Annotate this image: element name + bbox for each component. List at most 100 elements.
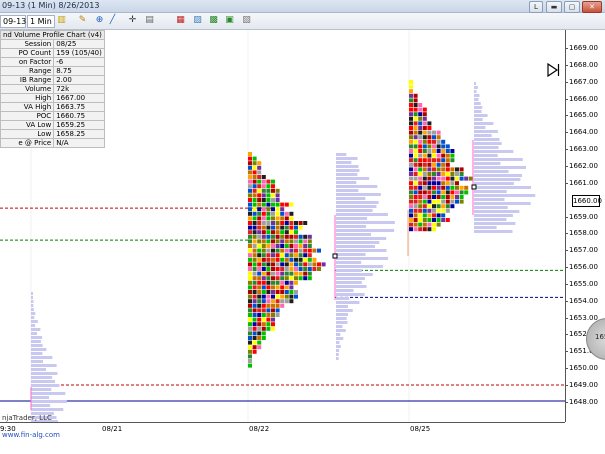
info-row-label: POC xyxy=(0,111,55,121)
draw-pencil-icon[interactable]: ✎ xyxy=(77,15,88,26)
tpo-block xyxy=(312,257,317,262)
tpo-block xyxy=(275,276,280,281)
profile-info-table: nd Volume Profile Chart (v4) Session 08/2… xyxy=(0,30,105,148)
tpo-block xyxy=(455,190,459,195)
tpo-block xyxy=(418,116,423,121)
instrument-dropdown[interactable]: 09-13 xyxy=(0,15,26,28)
volume-profile-bar xyxy=(474,106,483,109)
price-axis-tick xyxy=(566,317,568,319)
tpo-block xyxy=(252,280,257,285)
poc-marker xyxy=(471,184,477,190)
tpo-block xyxy=(409,153,413,158)
info-row-label: Session xyxy=(0,39,55,49)
tpo-block xyxy=(445,190,450,195)
indicators-icon[interactable]: ▩ xyxy=(208,15,219,26)
tpo-block xyxy=(252,175,257,179)
volume-profile-bar xyxy=(474,130,498,133)
bar-type-icon[interactable]: ▥ xyxy=(56,15,67,26)
draw-line-icon[interactable]: ╱ xyxy=(107,15,118,26)
tpo-block xyxy=(257,244,262,248)
tpo-block xyxy=(275,253,280,258)
tpo-block xyxy=(436,162,441,167)
volume-profile-bar xyxy=(336,217,368,220)
tpo-block xyxy=(307,257,312,262)
tpo-block xyxy=(248,326,252,331)
tpo-block xyxy=(252,331,257,336)
tpo-block xyxy=(271,267,275,271)
tpo-block xyxy=(252,239,257,244)
tpo-block xyxy=(422,181,427,186)
tpo-block xyxy=(436,190,441,195)
website-link[interactable]: www.fin-alg.com xyxy=(2,431,60,439)
tpo-block xyxy=(303,262,308,267)
tpo-block xyxy=(436,130,441,135)
tpo-block xyxy=(455,185,459,190)
tpo-block xyxy=(427,121,432,126)
tpo-block xyxy=(275,234,280,239)
tpo-block xyxy=(275,303,280,308)
tpo-block xyxy=(280,225,285,230)
tpo-block xyxy=(321,262,326,267)
zoom-icon[interactable]: ⊕ xyxy=(94,15,105,26)
tpo-block xyxy=(252,285,257,290)
tpo-block xyxy=(418,213,423,218)
tpo-block xyxy=(271,184,275,189)
tpo-block xyxy=(459,167,464,172)
tpo-block xyxy=(409,84,413,89)
templates-icon[interactable]: ▧ xyxy=(241,15,252,26)
tpo-block xyxy=(284,202,289,207)
scroll-end-icon[interactable] xyxy=(546,63,560,77)
maximize-button[interactable]: ▢ xyxy=(564,1,580,13)
tpo-block xyxy=(312,248,317,253)
tpo-block xyxy=(413,116,418,121)
chart-trader-icon[interactable]: ▦ xyxy=(175,15,186,26)
tpo-block xyxy=(248,216,252,221)
price-axis-tick xyxy=(566,165,568,167)
tpo-block xyxy=(275,285,280,290)
tpo-block xyxy=(427,190,432,195)
info-row-value: 159 (105/40) xyxy=(53,48,105,58)
tpo-block xyxy=(432,139,436,144)
tpo-block xyxy=(275,230,280,235)
price-axis-tick xyxy=(566,64,568,66)
volume-profile-bar xyxy=(474,222,516,225)
tpo-block xyxy=(432,149,436,153)
properties-icon[interactable]: ▤ xyxy=(144,15,155,26)
tpo-block xyxy=(248,156,252,161)
volume-profile-bar xyxy=(31,352,43,355)
tpo-block xyxy=(432,135,436,140)
volume-profile-bar xyxy=(336,273,373,276)
info-row-value: 2.00 xyxy=(53,75,105,85)
tpo-block xyxy=(455,195,459,199)
tpo-block xyxy=(432,167,436,172)
strategies-icon[interactable]: ▣ xyxy=(224,15,235,26)
tpo-block xyxy=(464,190,469,195)
tpo-block xyxy=(294,276,298,281)
tpo-block xyxy=(432,130,436,135)
interval-dropdown[interactable]: 1 Min xyxy=(27,15,55,28)
price-axis[interactable]: 1669.00 1668.00 1667.00 1666.00 1665.00 1664.… xyxy=(565,30,605,422)
tpo-block xyxy=(413,93,418,98)
volume-profile-bar xyxy=(31,312,36,315)
volume-profile-bar xyxy=(336,281,362,284)
volume-profile-bar xyxy=(336,249,387,252)
tpo-block xyxy=(284,271,289,276)
tpo-block xyxy=(261,230,266,235)
tpo-block xyxy=(252,257,257,262)
minimize-button[interactable]: ▬ xyxy=(546,1,562,13)
tpo-block xyxy=(248,280,252,285)
tpo-block xyxy=(266,303,271,308)
close-button[interactable]: ✕ xyxy=(582,1,602,13)
tpo-block xyxy=(252,202,257,207)
tpo-block xyxy=(409,222,413,227)
crosshair-icon[interactable]: ✛ xyxy=(127,15,138,26)
tpo-block xyxy=(252,156,257,161)
time-axis[interactable]: 9:30 08/21 08/22 08/25 xyxy=(0,422,565,454)
link-button[interactable]: L xyxy=(529,1,543,13)
data-box-icon[interactable]: ▨ xyxy=(192,15,203,26)
tpo-block xyxy=(252,322,257,327)
tpo-block xyxy=(257,276,262,281)
volume-profile-bar xyxy=(31,364,57,367)
tpo-block xyxy=(436,144,441,149)
tpo-block xyxy=(289,267,294,271)
